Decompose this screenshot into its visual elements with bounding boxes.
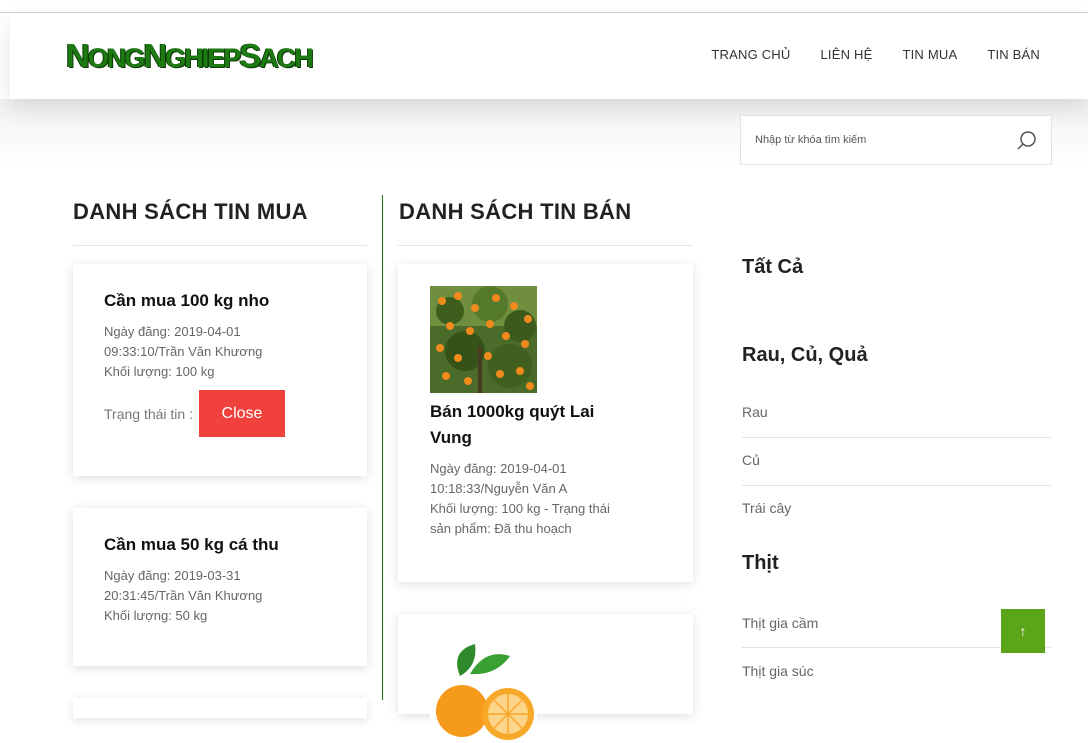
post-date: Ngày đăng: 2019-04-01 xyxy=(430,461,567,476)
site-header: NONGNGHIEPSACH TRANG CHỦ LIÊN HỆ TIN MUA… xyxy=(10,13,1088,99)
sell-post-card[interactable] xyxy=(398,614,693,743)
status-label: Trạng thái tin : xyxy=(104,405,193,422)
category-meat-title[interactable]: Thịt xyxy=(742,552,779,575)
orange-photo[interactable] xyxy=(430,636,537,743)
close-status-button[interactable]: Close xyxy=(198,390,285,437)
buy-list-title: DANH SÁCH TIN MUA xyxy=(73,199,308,224)
buy-post-card[interactable] xyxy=(73,698,367,718)
nav-contact[interactable]: LIÊN HỆ xyxy=(820,47,872,62)
post-author: 20:31:45/Trần Văn Khương xyxy=(104,588,263,603)
column-divider xyxy=(382,195,383,700)
post-info: sản phẩm: Đã thu hoạch xyxy=(430,521,572,536)
post-title[interactable]: Cần mua 100 kg nho xyxy=(104,288,367,314)
buy-title-rule xyxy=(73,245,367,246)
post-weight: Khối lượng: 50 kg xyxy=(104,608,208,623)
post-author: 09:33:10/Trần Văn Khương xyxy=(104,344,263,359)
post-date: Ngày đăng: 2019-03-31 xyxy=(104,568,241,583)
buy-post-card[interactable]: Cần mua 100 kg nho Ngày đăng: 2019-04-01… xyxy=(73,264,367,476)
sell-list-title: DANH SÁCH TIN BÁN xyxy=(399,199,632,224)
search-input[interactable] xyxy=(755,116,1005,164)
category-link-vegetables[interactable]: Rau xyxy=(742,404,1051,420)
post-weight: Khối lượng: 100 kg xyxy=(104,364,215,379)
main-nav: TRANG CHỦ LIÊN HỆ TIN MUA TIN BÁN xyxy=(681,47,1040,62)
nav-buy-posts[interactable]: TIN MUA xyxy=(902,47,957,62)
buy-post-card[interactable]: Cần mua 50 kg cá thu Ngày đăng: 2019-03-… xyxy=(73,508,367,666)
category-link-fruits[interactable]: Trái cây xyxy=(742,500,1051,516)
nav-sell-posts[interactable]: TIN BÁN xyxy=(987,47,1040,62)
search-box xyxy=(740,115,1052,165)
post-author: 10:18:33/Nguyễn Văn A xyxy=(430,481,568,496)
category-link-livestock[interactable]: Thịt gia súc xyxy=(742,663,1051,679)
sell-title-rule xyxy=(398,245,693,246)
post-date: Ngày đăng: 2019-04-01 xyxy=(104,324,241,339)
tangerine-tree-photo[interactable] xyxy=(430,286,537,393)
post-title[interactable]: Bán 1000kg quýt Lai Vung xyxy=(430,399,693,451)
post-info: Khối lượng: 100 kg - Trạng thái xyxy=(430,501,610,516)
sell-post-card[interactable]: Bán 1000kg quýt Lai Vung Ngày đăng: 2019-… xyxy=(398,264,693,582)
post-title[interactable]: Cần mua 50 kg cá thu xyxy=(104,532,367,558)
nav-home[interactable]: TRANG CHỦ xyxy=(711,47,790,62)
back-to-top-button[interactable]: ↑ xyxy=(1001,609,1045,653)
site-logo[interactable]: NONGNGHIEPSACH xyxy=(66,37,314,75)
category-vegetables-title[interactable]: Rau, Củ, Quả xyxy=(742,344,868,367)
arrow-up-icon: ↑ xyxy=(1019,623,1027,639)
category-all[interactable]: Tất Cả xyxy=(742,256,803,279)
category-divider xyxy=(742,485,1051,486)
search-icon[interactable] xyxy=(1015,129,1039,153)
category-divider xyxy=(742,437,1051,438)
category-link-tubers[interactable]: Củ xyxy=(742,452,1051,468)
